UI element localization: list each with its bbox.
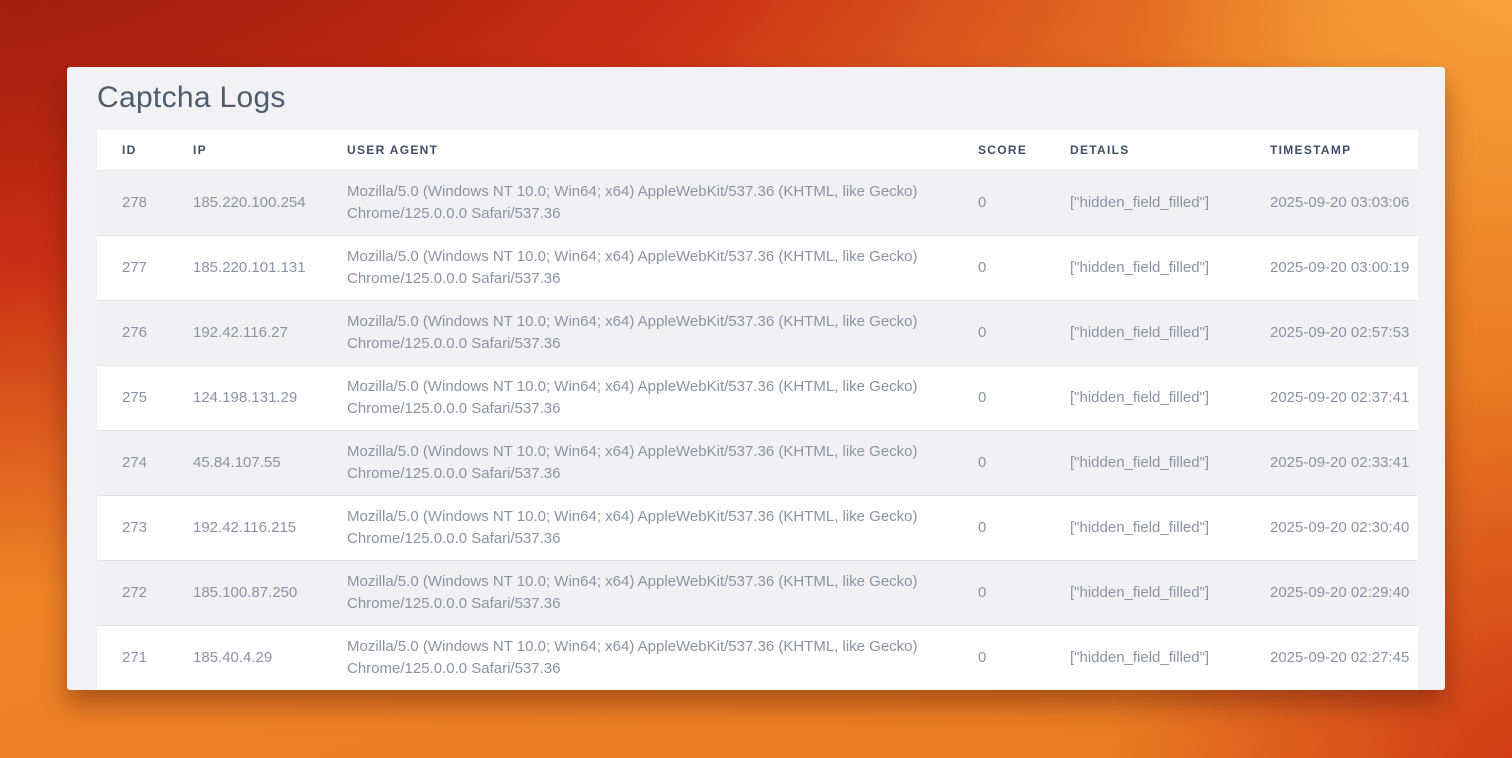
table-row: 271185.40.4.29Mozilla/5.0 (Windows NT 10… — [97, 626, 1418, 691]
cell-ip: 185.220.100.254 — [168, 171, 322, 236]
table-row: 277185.220.101.131Mozilla/5.0 (Windows N… — [97, 236, 1418, 301]
cell-details: ["hidden_field_filled"] — [1045, 236, 1245, 301]
cell-details: ["hidden_field_filled"] — [1045, 561, 1245, 626]
column-header-id: ID — [97, 130, 168, 171]
cell-user-agent: Mozilla/5.0 (Windows NT 10.0; Win64; x64… — [322, 236, 953, 301]
table-row: 275124.198.131.29Mozilla/5.0 (Windows NT… — [97, 366, 1418, 431]
column-header-score: SCORE — [953, 130, 1045, 171]
cell-score: 0 — [953, 301, 1045, 366]
cell-timestamp: 2025-09-20 02:27:45 — [1245, 626, 1418, 691]
cell-score: 0 — [953, 366, 1045, 431]
captcha-logs-card: Captcha Logs ID IP USER AGENT SCORE DETA… — [67, 67, 1445, 690]
cell-details: ["hidden_field_filled"] — [1045, 496, 1245, 561]
table-row: 273192.42.116.215Mozilla/5.0 (Windows NT… — [97, 496, 1418, 561]
cell-id: 272 — [97, 561, 168, 626]
cell-score: 0 — [953, 561, 1045, 626]
cell-user-agent: Mozilla/5.0 (Windows NT 10.0; Win64; x64… — [322, 626, 953, 691]
column-header-timestamp: TIMESTAMP — [1245, 130, 1418, 171]
cell-id: 277 — [97, 236, 168, 301]
column-header-user-agent: USER AGENT — [322, 130, 953, 171]
cell-timestamp: 2025-09-20 03:00:19 — [1245, 236, 1418, 301]
column-header-ip: IP — [168, 130, 322, 171]
page-background: { "page": { "title": "Captcha Logs" }, "… — [0, 0, 1512, 758]
cell-score: 0 — [953, 236, 1045, 301]
cell-details: ["hidden_field_filled"] — [1045, 626, 1245, 691]
cell-user-agent: Mozilla/5.0 (Windows NT 10.0; Win64; x64… — [322, 431, 953, 496]
table-row: 278185.220.100.254Mozilla/5.0 (Windows N… — [97, 171, 1418, 236]
cell-ip: 185.220.101.131 — [168, 236, 322, 301]
table-row: 27445.84.107.55Mozilla/5.0 (Windows NT 1… — [97, 431, 1418, 496]
page-title: Captcha Logs — [97, 81, 286, 115]
cell-details: ["hidden_field_filled"] — [1045, 171, 1245, 236]
cell-id: 276 — [97, 301, 168, 366]
cell-timestamp: 2025-09-20 02:37:41 — [1245, 366, 1418, 431]
cell-timestamp: 2025-09-20 02:33:41 — [1245, 431, 1418, 496]
cell-score: 0 — [953, 171, 1045, 236]
cell-ip: 192.42.116.215 — [168, 496, 322, 561]
cell-details: ["hidden_field_filled"] — [1045, 301, 1245, 366]
cell-ip: 124.198.131.29 — [168, 366, 322, 431]
cell-ip: 185.40.4.29 — [168, 626, 322, 691]
cell-timestamp: 2025-09-20 02:29:40 — [1245, 561, 1418, 626]
cell-id: 274 — [97, 431, 168, 496]
table-row: 276192.42.116.27Mozilla/5.0 (Windows NT … — [97, 301, 1418, 366]
captcha-logs-table: ID IP USER AGENT SCORE DETAILS TIMESTAMP… — [97, 130, 1418, 690]
cell-score: 0 — [953, 496, 1045, 561]
cell-user-agent: Mozilla/5.0 (Windows NT 10.0; Win64; x64… — [322, 496, 953, 561]
cell-score: 0 — [953, 626, 1045, 691]
cell-id: 275 — [97, 366, 168, 431]
cell-id: 278 — [97, 171, 168, 236]
table-row: 272185.100.87.250Mozilla/5.0 (Windows NT… — [97, 561, 1418, 626]
column-header-details: DETAILS — [1045, 130, 1245, 171]
cell-timestamp: 2025-09-20 02:57:53 — [1245, 301, 1418, 366]
cell-ip: 45.84.107.55 — [168, 431, 322, 496]
cell-details: ["hidden_field_filled"] — [1045, 431, 1245, 496]
cell-score: 0 — [953, 431, 1045, 496]
cell-ip: 185.100.87.250 — [168, 561, 322, 626]
cell-user-agent: Mozilla/5.0 (Windows NT 10.0; Win64; x64… — [322, 171, 953, 236]
cell-user-agent: Mozilla/5.0 (Windows NT 10.0; Win64; x64… — [322, 561, 953, 626]
cell-user-agent: Mozilla/5.0 (Windows NT 10.0; Win64; x64… — [322, 366, 953, 431]
cell-details: ["hidden_field_filled"] — [1045, 366, 1245, 431]
cell-ip: 192.42.116.27 — [168, 301, 322, 366]
table-header-row: ID IP USER AGENT SCORE DETAILS TIMESTAMP — [97, 130, 1418, 171]
table-body: 278185.220.100.254Mozilla/5.0 (Windows N… — [97, 171, 1418, 691]
cell-id: 273 — [97, 496, 168, 561]
cell-timestamp: 2025-09-20 03:03:06 — [1245, 171, 1418, 236]
cell-user-agent: Mozilla/5.0 (Windows NT 10.0; Win64; x64… — [322, 301, 953, 366]
cell-timestamp: 2025-09-20 02:30:40 — [1245, 496, 1418, 561]
cell-id: 271 — [97, 626, 168, 691]
